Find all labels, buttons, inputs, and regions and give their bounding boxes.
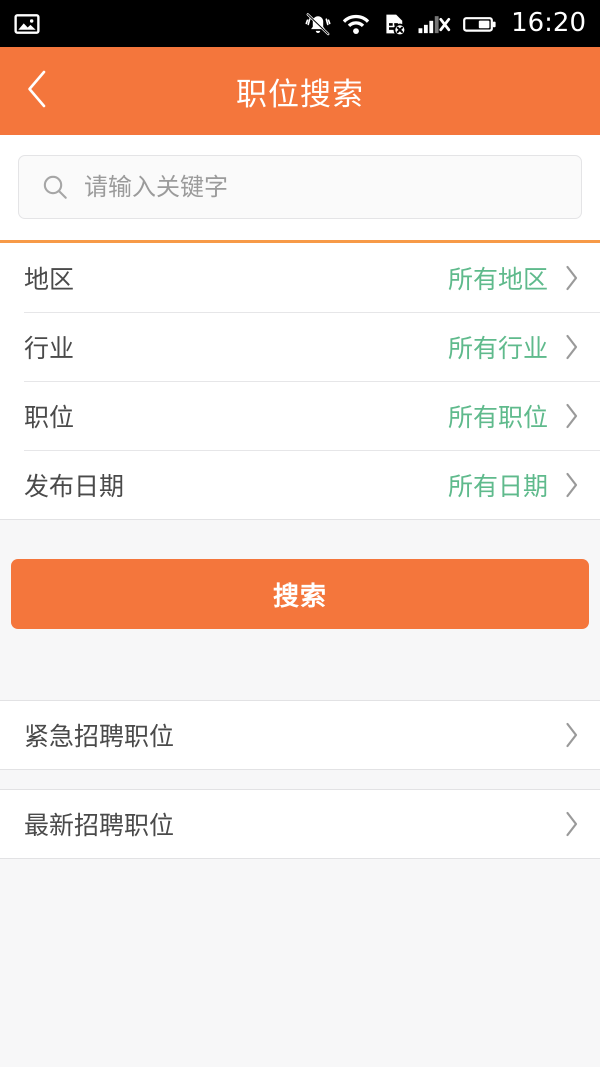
search-box[interactable] <box>18 155 582 219</box>
search-icon <box>41 173 69 201</box>
search-bar-section <box>0 135 600 243</box>
back-button[interactable] <box>0 47 74 135</box>
filter-row-region[interactable]: 地区 所有地区 <box>0 243 600 312</box>
filter-label: 地区 <box>24 264 75 294</box>
shortcut-list-urgent-wrapper: 紧急招聘职位 <box>0 700 600 770</box>
search-input[interactable] <box>84 173 559 201</box>
filter-value: 所有地区 <box>447 264 548 294</box>
filter-row-industry[interactable]: 行业 所有行业 <box>0 312 600 381</box>
shortcut-card-urgent: 紧急招聘职位 <box>0 700 600 770</box>
chevron-right-icon <box>562 400 582 432</box>
search-button[interactable]: 搜索 <box>11 559 589 629</box>
shortcut-label: 最新招聘职位 <box>24 811 175 840</box>
app-header: 职位搜索 <box>0 47 600 135</box>
signal-off-icon <box>418 11 452 37</box>
chevron-right-icon <box>562 808 582 840</box>
chevron-left-icon <box>21 67 53 115</box>
chevron-right-icon <box>562 719 582 751</box>
search-action-section: 搜索 <box>0 520 600 629</box>
chevron-right-icon <box>562 469 582 501</box>
filter-list: 地区 所有地区 行业 所有行业 职位 所有职位 发布日期 所有日期 <box>0 243 600 520</box>
vibrate-off-icon <box>305 11 331 37</box>
sim-card-off-icon <box>381 11 407 37</box>
filter-label: 发布日期 <box>24 471 125 501</box>
battery-icon <box>463 11 497 37</box>
filter-row-publish-date[interactable]: 发布日期 所有日期 <box>0 450 600 519</box>
shortcut-list-divider <box>0 770 600 789</box>
page-title: 职位搜索 <box>236 76 364 113</box>
status-bar-right: 16:20 <box>305 7 586 39</box>
app-screen: 16:20 职位搜索 地区 所有地区 <box>0 0 600 1067</box>
filter-label: 行业 <box>24 333 75 363</box>
shortcut-row-urgent-jobs[interactable]: 紧急招聘职位 <box>0 701 600 769</box>
shortcut-label: 紧急招聘职位 <box>24 722 175 751</box>
status-bar: 16:20 <box>0 0 600 47</box>
filter-row-position[interactable]: 职位 所有职位 <box>0 381 600 450</box>
filter-label: 职位 <box>24 402 75 432</box>
status-bar-left <box>14 11 40 37</box>
filter-value: 所有职位 <box>447 402 548 432</box>
chevron-right-icon <box>562 262 582 294</box>
image-icon <box>14 11 40 37</box>
status-bar-clock: 16:20 <box>511 7 586 38</box>
filter-value: 所有日期 <box>447 471 548 501</box>
filter-value: 所有行业 <box>447 333 548 363</box>
chevron-right-icon <box>562 331 582 363</box>
shortcut-row-latest-jobs[interactable]: 最新招聘职位 <box>0 790 600 858</box>
shortcut-card-latest: 最新招聘职位 <box>0 789 600 859</box>
wifi-icon <box>342 11 370 37</box>
